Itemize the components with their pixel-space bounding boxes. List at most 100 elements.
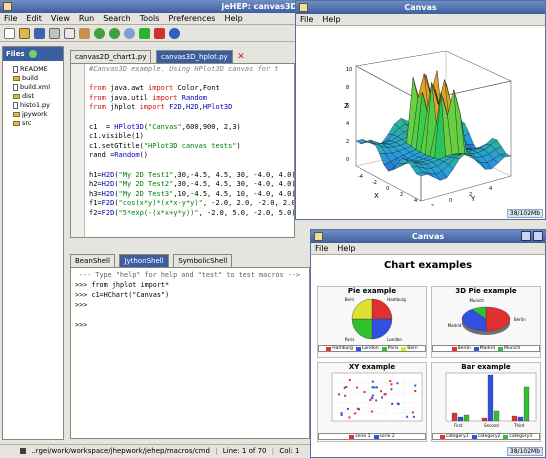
tab-canvas3d-hplot[interactable]: canvas3D_hplot.py (156, 50, 233, 63)
pie-slice-label: Hamburg (387, 297, 406, 302)
close-tab-icon[interactable]: ✕ (237, 52, 245, 62)
legend-label: Madrid (479, 346, 496, 351)
chart-menu-file[interactable]: File (315, 243, 328, 254)
status-divider: | (271, 447, 275, 455)
xy-plot-area (331, 372, 423, 422)
file-icon (13, 84, 18, 91)
tree-item[interactable]: src (13, 119, 61, 128)
tree-item-label: src (22, 119, 32, 127)
menu-preferences[interactable]: Preferences (168, 13, 215, 24)
axis-label-y: Y (470, 195, 476, 203)
tree-item-label: jpywork (22, 110, 48, 118)
redo-icon[interactable] (109, 27, 120, 39)
legend-swatch (381, 346, 387, 351)
y-tick-label: 4 (489, 186, 492, 192)
bar (487, 374, 494, 422)
xy-point (381, 396, 384, 399)
pie-title: Pie example (347, 287, 397, 295)
undo-icon[interactable] (94, 27, 105, 39)
menu-view[interactable]: View (51, 13, 70, 24)
tree-item[interactable]: README (13, 65, 61, 74)
legend-label: Paris (387, 346, 399, 351)
chart-titlebar[interactable]: Canvas (311, 230, 545, 243)
maximize-icon[interactable] (533, 231, 543, 241)
code-area: #Canvas3D example. Using HPlot3D canvas … (89, 65, 294, 219)
code-editor[interactable]: #Canvas3D example. Using HPlot3D canvas … (70, 63, 295, 238)
menu-search[interactable]: Search (103, 13, 130, 24)
stop-icon[interactable] (154, 27, 165, 39)
tree-item[interactable]: build (13, 74, 61, 83)
pie3d-title: 3D Pie example (455, 287, 517, 295)
find-icon[interactable] (124, 27, 135, 39)
new-file-icon[interactable] (4, 27, 15, 39)
xy-point (346, 407, 349, 410)
canvas3d-titlebar[interactable]: Canvas (296, 1, 545, 14)
menu-help[interactable]: Help (224, 13, 242, 24)
legend-label: Bern (407, 346, 418, 351)
status-line: Line: 1 of 70 (222, 447, 267, 455)
save-icon[interactable] (34, 27, 45, 39)
code-line: #Canvas3D example. Using HPlot3D canvas … (89, 65, 279, 73)
refresh-icon[interactable] (28, 50, 37, 58)
tree-item[interactable]: jpywork (13, 110, 61, 119)
menu-tools[interactable]: Tools (140, 13, 160, 24)
legend-swatch (498, 346, 504, 351)
legend-swatch (471, 434, 477, 439)
tab-symbolicshell[interactable]: SymbolicShell (173, 254, 233, 267)
xy-point (371, 394, 374, 397)
shell-line: >>> from jhplot import* (75, 281, 170, 289)
legend-swatch (451, 346, 457, 351)
pie-legend: Hamburg London Paris Bern (318, 345, 426, 352)
z-tick-label: 2 (346, 139, 349, 145)
surface-plot-3d[interactable]: 1086420 Z -4-2024 -2024 X Y (296, 26, 545, 206)
xy-point (379, 390, 382, 393)
code-line: rand =Random() (89, 151, 149, 160)
tree-item[interactable]: histo1.py (13, 101, 61, 110)
help-icon[interactable] (169, 27, 180, 39)
xy-point (375, 399, 378, 402)
menu-run[interactable]: Run (79, 13, 94, 24)
x-tick-label: -4 (358, 174, 363, 180)
paste-icon[interactable] (79, 27, 90, 39)
xy-point (363, 391, 366, 394)
tree-item[interactable]: dist (13, 92, 61, 101)
legend-swatch (349, 434, 355, 439)
app-icon (3, 2, 12, 11)
pie-slice-label: Madrid (448, 323, 462, 328)
run-icon[interactable] (139, 27, 150, 39)
legend-swatch (439, 434, 445, 439)
tab-canvas2d-chart1[interactable]: canvas2D_chart1.py (70, 50, 152, 63)
canvas3d-menu-help[interactable]: Help (322, 14, 340, 25)
pie3d-chart-panel: 3D Pie example Berlin Madrid Munich Berlin… (431, 286, 541, 358)
tree-item[interactable]: build.xml (13, 83, 61, 92)
legend-item: serie 2 (373, 434, 395, 439)
menu-edit[interactable]: Edit (26, 13, 42, 24)
file-tree: README build build.xml dist histo1.py jp… (3, 61, 63, 128)
menu-file[interactable]: File (4, 13, 17, 24)
folder-icon (13, 112, 20, 117)
legend-label: Munich (504, 346, 521, 351)
bar (481, 417, 488, 422)
xy-chart-panel: XY example serie 1 serie 2 (317, 362, 427, 442)
chart-menu-help[interactable]: Help (337, 243, 355, 254)
xy-point (348, 416, 351, 419)
pie3d-legend: Berlin Madrid Munich (432, 345, 540, 352)
pie-slice-label: Paris (345, 337, 355, 342)
code-line: c1 = HPlot3D("Canvas",600,900, 2,3) (89, 122, 241, 131)
shell-line: >>> c1=HChart("Canvas") (75, 291, 170, 299)
shell-console[interactable]: --- Type "help" for help and "test" to t… (70, 267, 310, 439)
legend-item: category3 (503, 434, 532, 439)
sidebar-tab-files[interactable]: Files (6, 47, 25, 61)
copy-icon[interactable] (64, 27, 75, 39)
tab-beanshell[interactable]: BeanShell (70, 254, 115, 267)
open-folder-icon[interactable] (19, 27, 30, 39)
tab-jythonshell[interactable]: JythonShell (119, 254, 169, 267)
cut-icon[interactable] (49, 27, 60, 39)
canvas3d-menu-file[interactable]: File (300, 14, 313, 25)
legend-label: serie 1 (355, 434, 371, 439)
bar-x-label: Third (513, 423, 525, 428)
shell-tabs: BeanShell JythonShell SymbolicShell (70, 254, 295, 267)
minimize-icon[interactable] (521, 231, 531, 241)
shell-line: >>> (75, 321, 88, 329)
x-tick-label: -2 (372, 180, 377, 186)
